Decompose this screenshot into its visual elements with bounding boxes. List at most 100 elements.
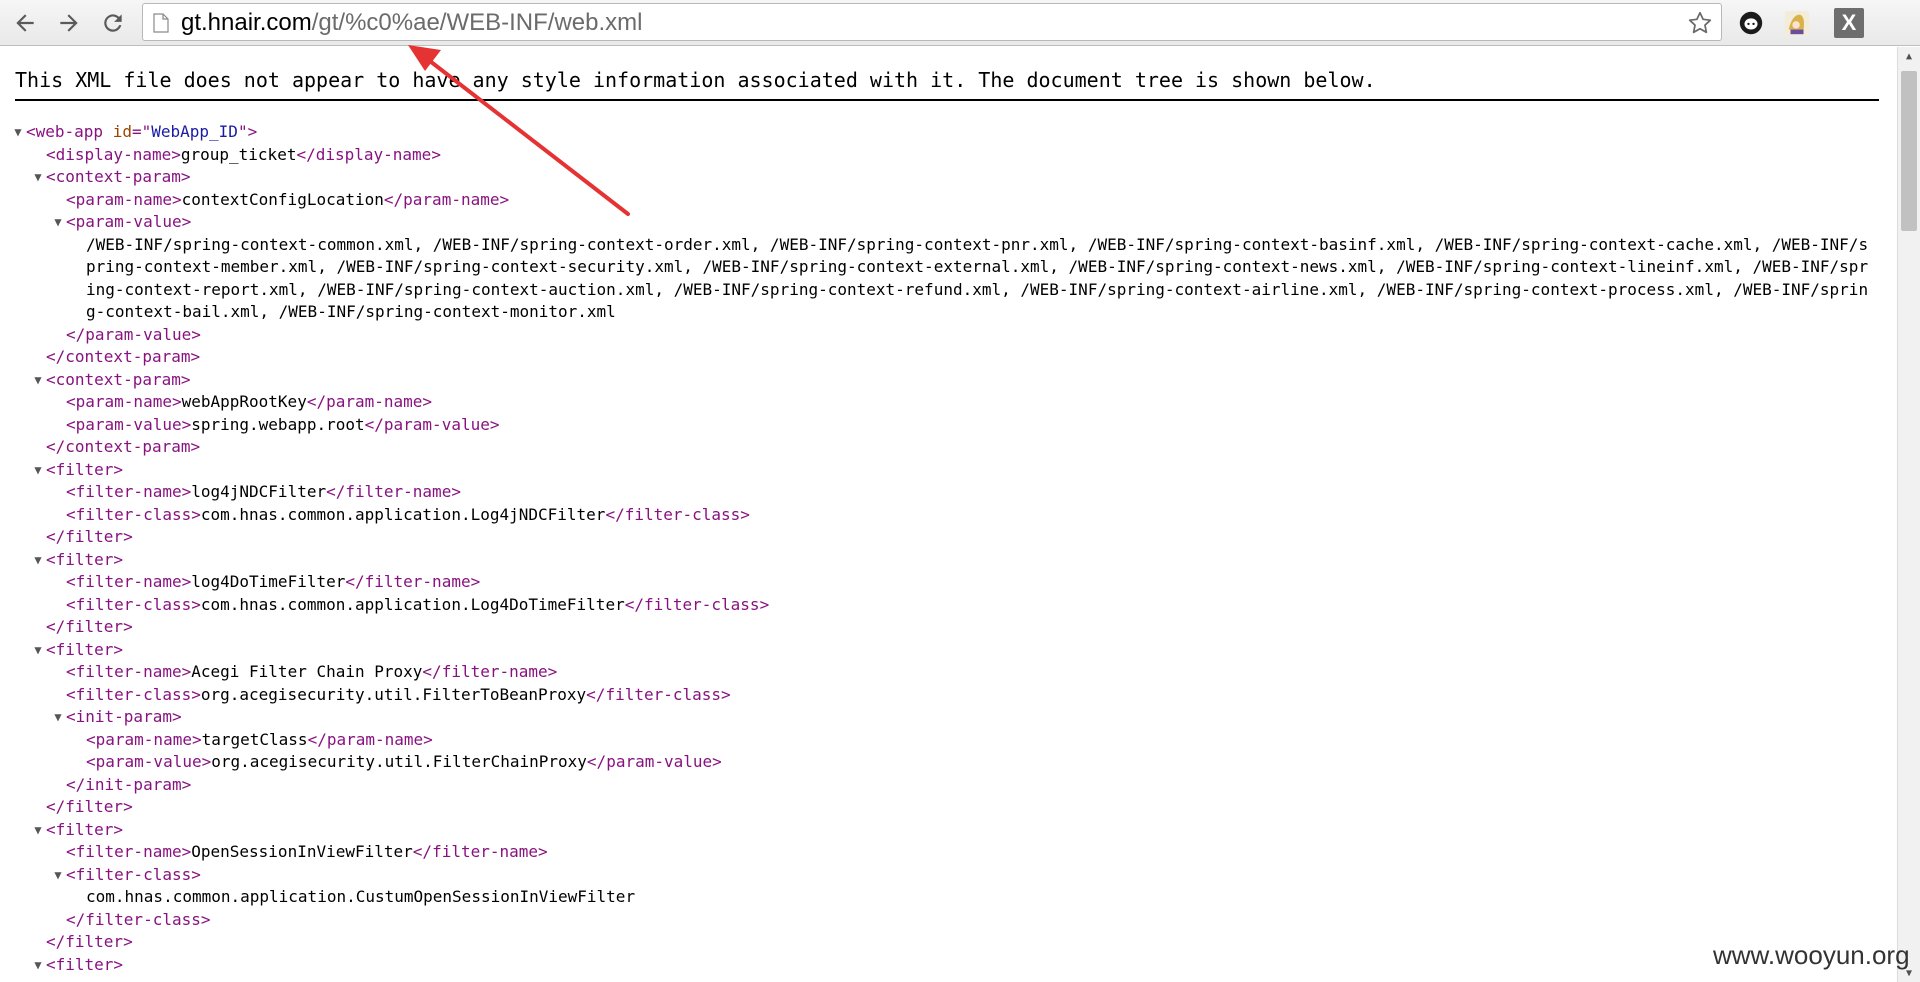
xml-tag: </filter-name> <box>412 842 548 861</box>
xml-line: <filter-name>log4jNDCFilter</filter-name… <box>14 481 1884 504</box>
xml-tag: </param-value> <box>66 324 201 344</box>
collapse-toggle-icon[interactable]: ▼ <box>32 954 44 977</box>
collapse-toggle-icon[interactable]: ▼ <box>32 639 44 662</box>
xml-text: targetClass <box>201 729 308 749</box>
xml-tag: </display-name> <box>296 144 441 164</box>
extension-anime-icon[interactable] <box>1782 8 1812 38</box>
xml-text: spring.webapp.root <box>191 414 365 434</box>
xml-text: OpenSessionInViewFilter <box>191 842 413 861</box>
xml-line: <filter-class>com.hnas.common.applicatio… <box>14 504 1884 527</box>
xml-line: <filter-class>org.acegisecurity.util.Fil… <box>14 684 1884 707</box>
xml-tag: </filter> <box>46 617 133 636</box>
xml-attribute-value: WebApp_ID <box>151 122 238 141</box>
xml-tag: </filter-name> <box>345 572 481 591</box>
collapse-toggle-icon[interactable]: ▼ <box>32 549 44 572</box>
xml-line: </filter-class> <box>14 909 1884 932</box>
xml-line: ▼ <web-app id="WebApp_ID"> <box>14 121 1884 144</box>
xml-tag: <filter-name> <box>66 572 192 591</box>
xml-line: <param-name>webAppRootKey</param-name> <box>14 391 1884 414</box>
xml-line: </context-param> <box>14 436 1884 459</box>
xml-text: org.acegisecurity.util.FilterToBeanProxy <box>200 684 587 704</box>
xml-tag: <display-name> <box>46 144 181 164</box>
collapse-toggle-icon[interactable]: ▼ <box>52 864 64 887</box>
xml-line: </context-param> <box>14 346 1884 369</box>
xml-line: com.hnas.common.application.CustumOpenSe… <box>14 886 1884 909</box>
xml-line: <filter-name>log4DoTimeFilter</filter-na… <box>14 571 1884 594</box>
xml-text: log4jNDCFilter <box>191 482 327 501</box>
forward-button[interactable] <box>54 8 84 38</box>
xml-tag: <param-name> <box>66 189 182 209</box>
collapse-toggle-icon[interactable]: ▼ <box>32 459 44 482</box>
collapse-toggle-icon[interactable]: ▼ <box>32 369 44 392</box>
browser-toolbar: gt.hnair.com/gt/%c0%ae/WEB-INF/web.xml X <box>0 0 1920 46</box>
xml-tag: <param-value> <box>66 414 192 434</box>
xml-text: /WEB-INF/spring-context-common.xml, /WEB… <box>86 234 1869 322</box>
extension-octocat-icon[interactable] <box>1736 8 1766 38</box>
xml-line: ▼ <filter-class> <box>14 864 1884 887</box>
xml-line: <display-name>group_ticket</display-name… <box>14 144 1884 167</box>
xml-tag: <param-name> <box>66 392 182 411</box>
xml-line: ▼ <filter> <box>14 954 1884 977</box>
xml-line: ▼ <param-value> <box>14 211 1884 234</box>
xml-tag: </filter-class> <box>605 504 750 524</box>
xml-tag: </filter> <box>46 932 133 951</box>
xml-tag: <filter-name> <box>66 842 192 861</box>
url-text[interactable]: gt.hnair.com/gt/%c0%ae/WEB-INF/web.xml <box>181 9 642 37</box>
xml-line: ▼ <context-param> <box>14 166 1884 189</box>
xml-tag: <filter> <box>46 639 124 659</box>
xml-line: </filter> <box>14 796 1884 819</box>
xml-tag: </filter> <box>46 797 133 816</box>
back-button[interactable] <box>10 8 40 38</box>
forward-arrow-icon <box>60 14 78 32</box>
xml-text: group_ticket <box>180 144 297 164</box>
watermark: www.wooyun.org <box>1713 940 1910 970</box>
xml-tag: "> <box>237 122 258 141</box>
xml-text: contextConfigLocation <box>181 189 384 209</box>
collapse-toggle-icon[interactable]: ▼ <box>52 706 64 729</box>
scroll-up-arrow-icon[interactable]: ▲ <box>1898 47 1920 65</box>
address-bar[interactable]: gt.hnair.com/gt/%c0%ae/WEB-INF/web.xml <box>142 3 1722 41</box>
xml-line: <filter-name>Acegi Filter Chain Proxy</f… <box>14 661 1884 684</box>
xml-tag: </filter-class> <box>66 909 211 929</box>
url-path: /gt/%c0%ae/WEB-INF/web.xml <box>311 9 643 36</box>
xml-tag: <filter> <box>46 819 124 839</box>
bookmark-star-icon[interactable] <box>1687 10 1713 36</box>
xml-tag: <web-app <box>26 122 113 141</box>
xml-line: </param-value> <box>14 324 1884 347</box>
scroll-thumb[interactable] <box>1901 71 1917 231</box>
page-icon <box>153 13 169 33</box>
collapse-toggle-icon[interactable]: ▼ <box>32 166 44 189</box>
xml-text: Acegi Filter Chain Proxy <box>191 662 423 681</box>
xml-text: com.hnas.common.application.Log4jNDCFilt… <box>200 504 606 524</box>
xml-line: ▼ <filter> <box>14 459 1884 482</box>
page-viewport: This XML file does not appear to have an… <box>0 47 1897 982</box>
collapse-toggle-icon[interactable]: ▼ <box>52 211 64 234</box>
xml-tag: <filter-class> <box>66 594 201 614</box>
xml-tag: <filter> <box>46 459 124 479</box>
back-arrow-icon <box>16 14 34 32</box>
reload-button[interactable] <box>98 8 128 38</box>
xml-line: ▼ <init-param> <box>14 706 1884 729</box>
xml-text: webAppRootKey <box>181 392 307 411</box>
xml-tag: </filter-name> <box>422 662 558 681</box>
xml-line: ▼ <filter> <box>14 639 1884 662</box>
xml-line: <filter-class>com.hnas.common.applicatio… <box>14 594 1884 617</box>
xml-line: <param-value>org.acegisecurity.util.Filt… <box>14 751 1884 774</box>
xml-tag: </param-value> <box>586 752 722 771</box>
collapse-toggle-icon[interactable]: ▼ <box>32 819 44 842</box>
xml-line: ▼ <filter> <box>14 549 1884 572</box>
xml-text: com.hnas.common.application.CustumOpenSe… <box>86 887 636 906</box>
url-host: gt.hnair.com <box>181 9 312 36</box>
xml-tag: </filter-class> <box>624 594 770 614</box>
xml-tag: </param-name> <box>307 729 433 749</box>
xml-tag: <filter> <box>46 954 124 974</box>
vertical-scrollbar[interactable]: ▲ ▼ <box>1897 47 1920 982</box>
xml-tag: <param-name> <box>86 729 202 749</box>
xml-tag: </context-param> <box>46 347 201 366</box>
collapse-toggle-icon[interactable]: ▼ <box>12 121 24 144</box>
xml-tag: </param-value> <box>364 414 500 434</box>
extension-x-icon[interactable]: X <box>1834 8 1864 38</box>
xml-tag: </param-name> <box>383 189 510 209</box>
xml-line: ▼ <context-param> <box>14 369 1884 392</box>
xml-tag: <filter-name> <box>66 662 192 681</box>
